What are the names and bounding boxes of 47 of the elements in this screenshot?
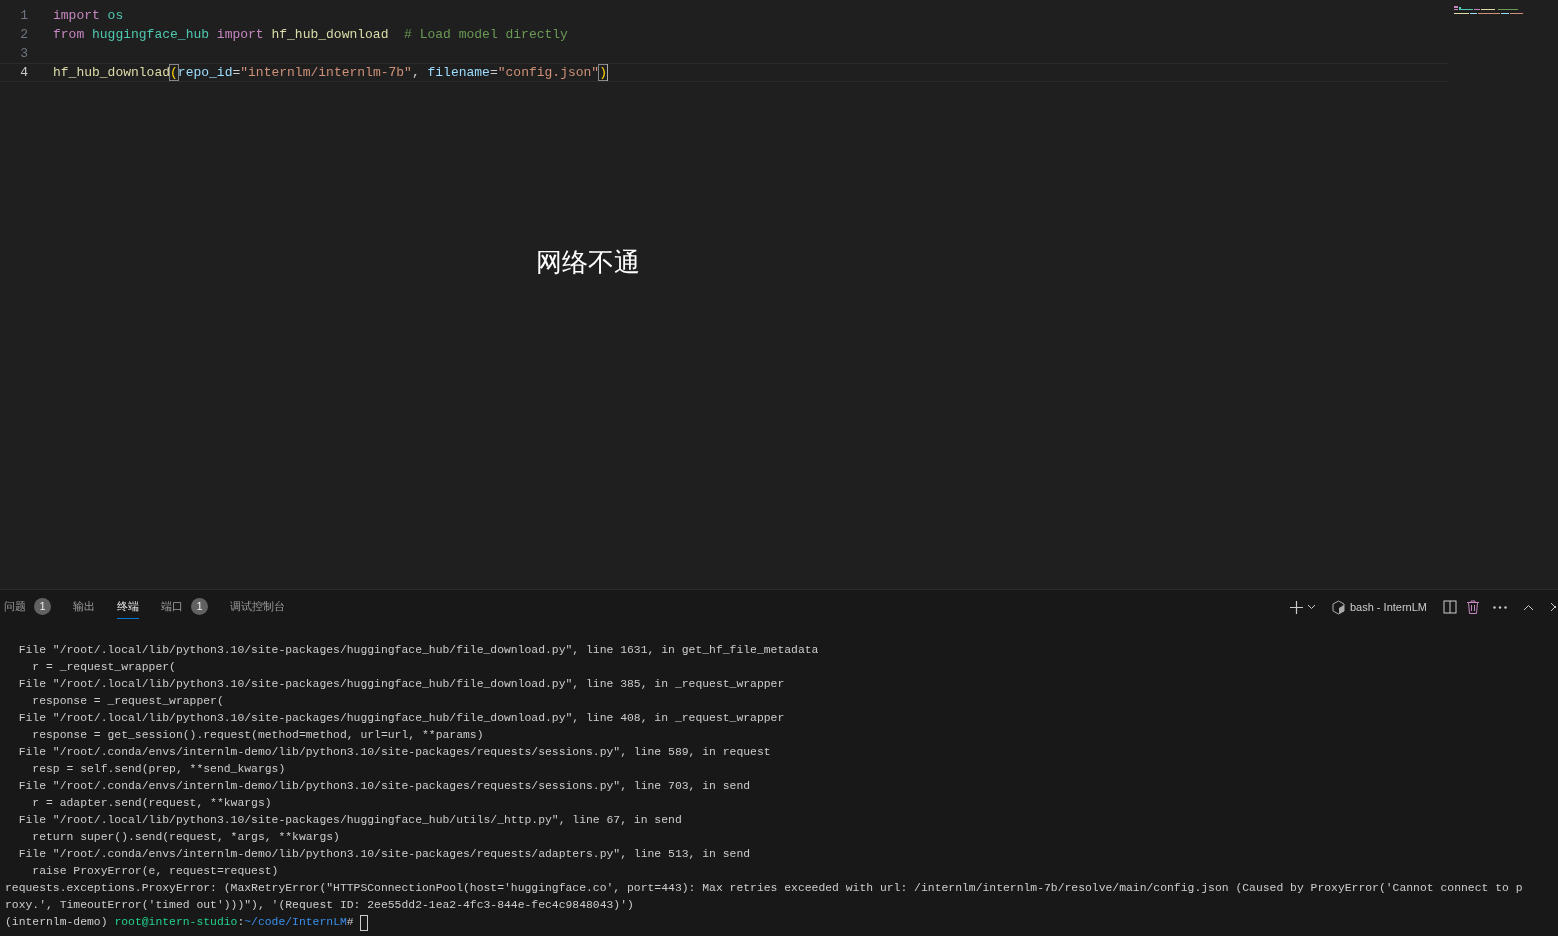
terminal-line: response = _request_wrapper( [31, 694, 224, 709]
split-icon[interactable] [1443, 600, 1457, 614]
code-line: from huggingface_hub import hf_hub_download # Load model directly [53, 25, 568, 44]
count-badge: 1 [191, 598, 208, 615]
panel-tab[interactable]: 终端 [117, 595, 139, 619]
trash-icon[interactable] [1467, 600, 1479, 614]
terminal-line: return super().send(request, *args, **kwargs) [31, 830, 340, 845]
terminal-line: r = adapter.send(request, **kwargs) [31, 796, 272, 811]
prompt-env: (internlm-demo) [5, 915, 109, 930]
chevron-up-icon[interactable] [1523, 603, 1534, 611]
prompt-symbol: # [346, 915, 355, 930]
line-number: 2 [19, 25, 28, 44]
terminal-line: r = _request_wrapper( [31, 660, 176, 675]
close-icon[interactable] [1550, 602, 1556, 612]
panel-tab[interactable]: 问题 1 [4, 595, 51, 619]
terminal-line: raise ProxyError(e, request=request) [31, 864, 279, 879]
code-line: hf_hub_download(repo_id="internlm/internlm-7b", filename="config.json") [53, 63, 607, 82]
overlay-note: 网络不通 [536, 246, 640, 279]
terminal-line: roxy.', TimeoutError('timed out')))"), '(Request ID: 2ee55dd2-1ea2-4fc3-844e-fec4c9848043)') [5, 898, 634, 913]
terminal-line: response = get_session().request(method=method, url=url, **params) [31, 728, 484, 743]
panel-tab[interactable]: 输出 [73, 595, 95, 619]
line-number: 3 [19, 44, 28, 63]
terminal-line: requests.exceptions.ProxyError: (MaxRetryError("HTTPSConnectionPool(host='huggingface.co', port=443): Max retries exceeded with url: /internlm/internlm-7b/resolve/main/config.json (Caused by ProxyError('Cannot connect to p [5, 881, 1523, 896]
prompt-user: root@intern-studio [114, 915, 238, 930]
terminal-line: resp = self.send(prep, **send_kwargs) [31, 762, 286, 777]
count-badge: 1 [34, 598, 51, 615]
line-number: 4 [19, 63, 28, 82]
line-number: 1 [19, 6, 28, 25]
prompt-path: ~/code/InternLM [244, 915, 347, 930]
terminal-cursor [360, 914, 369, 931]
terminal-line: File "/root/.conda/envs/internlm-demo/lib/python3.10/site-packages/requests/adapters.py", line 513, in send [17, 847, 751, 862]
more-icon[interactable] [1493, 605, 1507, 609]
terminal-line: File "/root/.conda/envs/internlm-demo/lib/python3.10/site-packages/requests/sessions.py", line 703, in send [17, 779, 751, 794]
terminal-line: File "/root/.local/lib/python3.10/site-packages/huggingface_hub/file_download.py", line 408, in _request_wrapper [17, 711, 785, 726]
panel-tab[interactable]: 调试控制台 [230, 595, 285, 619]
panel-tab[interactable]: 端口 1 [161, 595, 208, 619]
terminal-line: File "/root/.local/lib/python3.10/site-packages/huggingface_hub/file_download.py", line 385, in _request_wrapper [17, 677, 785, 692]
plus-icon[interactable] [1289, 600, 1303, 614]
code-line: import os [53, 6, 124, 25]
terminal-line: File "/root/.conda/envs/internlm-demo/lib/python3.10/site-packages/requests/sessions.py", line 589, in request [17, 745, 771, 760]
terminal-line: File "/root/.local/lib/python3.10/site-packages/huggingface_hub/utils/_http.py", line 67, in send [17, 813, 682, 828]
prompt-separator: : [237, 915, 245, 930]
terminal-line: File "/root/.local/lib/python3.10/site-packages/huggingface_hub/file_download.py", line 1631, in get_hf_file_metadata [17, 643, 819, 658]
terminal-name[interactable]: bash - InternLM [1349, 598, 1427, 616]
chevron-down-icon[interactable] [1306, 604, 1316, 610]
cube-icon [1331, 599, 1345, 615]
text-cursor [607, 64, 608, 81]
